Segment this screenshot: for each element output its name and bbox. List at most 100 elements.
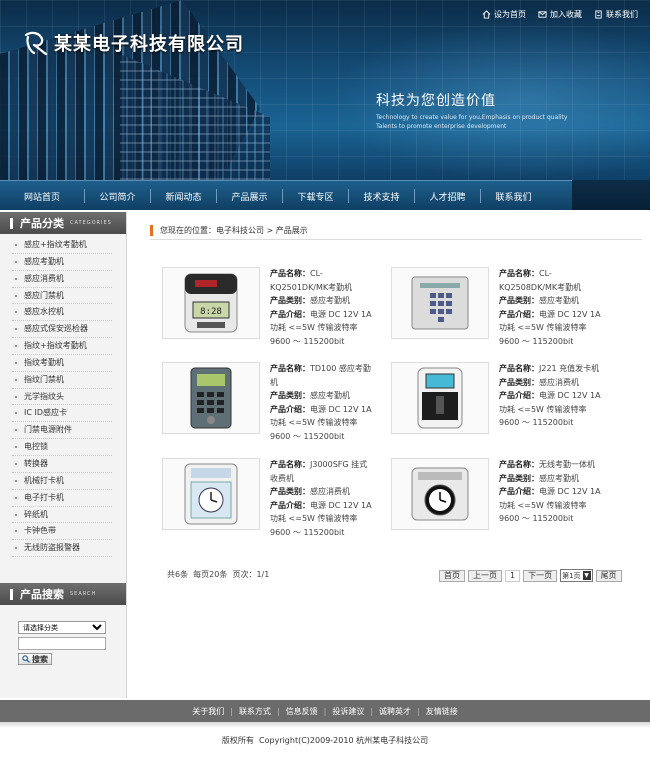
nav-item-support[interactable]: 技术支持 bbox=[349, 181, 414, 211]
breadcrumb-home-link[interactable]: 电子科技公司 bbox=[216, 225, 264, 236]
product-info: 产品名称：J221 充值发卡机 产品类别：感应消费机 产品介绍：电源 DC 12… bbox=[499, 362, 603, 430]
category-item[interactable]: 感应+指纹考勤机 bbox=[12, 237, 112, 254]
product-card[interactable]: 产品名称：J3000SFG 挂式收费机 产品类别：感应消费机 产品介绍：电源 D… bbox=[162, 458, 372, 538]
search-title: 产品搜索 bbox=[20, 588, 64, 601]
product-thumbnail[interactable] bbox=[162, 458, 260, 530]
category-item[interactable]: 无线防盗报警器 bbox=[12, 540, 112, 558]
product-intro-label: 产品介绍： bbox=[270, 404, 310, 414]
category-item[interactable]: 转换器 bbox=[12, 456, 112, 473]
pager: 首页 上一页 1 下一页 第1页 ▼ 尾页 bbox=[439, 569, 622, 582]
footer-link-friends[interactable]: 友情链接 bbox=[426, 706, 458, 717]
product-thumbnail[interactable] bbox=[162, 362, 260, 434]
footer-link-about[interactable]: 关于我们 bbox=[192, 706, 224, 717]
top-link-home[interactable]: 设为首页 bbox=[482, 9, 526, 20]
product-type-label: 产品类别： bbox=[270, 296, 310, 305]
category-item[interactable]: 机械打卡机 bbox=[12, 473, 112, 490]
category-item[interactable]: IC ID感应卡 bbox=[12, 405, 112, 423]
category-item[interactable]: 感应消费机 bbox=[12, 271, 112, 288]
search-form: 请选择分类 搜索 bbox=[18, 621, 106, 666]
slogan: 科技为您创造价值 Technology to create value for … bbox=[376, 90, 567, 131]
product-intro-label: 产品介绍： bbox=[499, 487, 539, 496]
product-card[interactable]: 产品名称：J221 充值发卡机 产品类别：感应消费机 产品介绍：电源 DC 12… bbox=[391, 362, 601, 442]
pager-prev-button[interactable]: 上一页 bbox=[468, 569, 502, 582]
category-header: 产品分类 CATEGORIES bbox=[0, 212, 126, 234]
category-item[interactable]: 碎纸机 bbox=[12, 507, 112, 524]
nav-item-downloads[interactable]: 下载专区 bbox=[283, 181, 348, 211]
nav-item-about[interactable]: 公司简介 bbox=[85, 181, 150, 211]
category-item[interactable]: 感应门禁机 bbox=[12, 288, 112, 305]
product-type: 感应消费机 bbox=[310, 487, 350, 496]
top-link-contact[interactable]: 联系我们 bbox=[594, 9, 638, 20]
product-card[interactable]: 产品名称：无线考勤一体机 产品类别：感应考勤机 产品介绍：电源 DC 12V 1… bbox=[391, 458, 601, 538]
home-icon bbox=[482, 10, 491, 19]
nav-item-home[interactable]: 网站首页 bbox=[0, 181, 84, 211]
product-name[interactable]: J221 充值发卡机 bbox=[539, 364, 599, 373]
product-thumbnail[interactable]: 8:28 bbox=[162, 267, 260, 339]
footer-link-contact[interactable]: 联系方式 bbox=[239, 706, 271, 717]
product-name-label: 产品名称： bbox=[270, 269, 310, 278]
slogan-title: 科技为您创造价值 bbox=[376, 93, 496, 109]
product-type: 感应消费机 bbox=[539, 377, 579, 387]
footer-link-feedback[interactable]: 信息反馈 bbox=[286, 706, 318, 717]
pager-next-button[interactable]: 下一页 bbox=[523, 569, 558, 582]
nav-tail bbox=[572, 180, 650, 210]
wireless-clock-image bbox=[411, 467, 469, 521]
nav-item-news[interactable]: 新闻动态 bbox=[151, 181, 216, 211]
footer-link-jobs[interactable]: 诚聘英才 bbox=[379, 706, 411, 717]
footer-link-complaints[interactable]: 投诉建议 bbox=[332, 706, 364, 717]
top-link-label: 设为首页 bbox=[494, 10, 526, 19]
search-header: 产品搜索 SEARCH bbox=[0, 583, 126, 605]
pager-page-select[interactable]: 第1页 ▼ bbox=[560, 569, 593, 582]
product-thumbnail[interactable] bbox=[391, 362, 489, 434]
category-item[interactable]: 感应考勤机 bbox=[12, 254, 112, 271]
product-card[interactable]: 产品名称：TD100 感应考勤机 产品类别：感应考勤机 产品介绍：电源 DC 1… bbox=[162, 362, 372, 442]
category-item[interactable]: 指纹考勤机 bbox=[12, 355, 112, 372]
category-item[interactable]: 感应水控机 bbox=[12, 304, 112, 322]
footer-separator: | bbox=[230, 706, 233, 716]
footer-shadow bbox=[0, 722, 650, 728]
category-item[interactable]: 电子打卡机 bbox=[12, 490, 112, 507]
category-item[interactable]: 感应式保安巡检器 bbox=[12, 321, 112, 339]
company-name: 某某电子科技有限公司 bbox=[54, 34, 244, 55]
product-name-label: 产品名称： bbox=[499, 269, 539, 278]
card-issuer-image bbox=[417, 367, 463, 429]
search-button[interactable]: 搜索 bbox=[18, 653, 52, 665]
category-list: 感应+指纹考勤机 感应考勤机 感应消费机 感应门禁机 感应水控机 感应式保安巡检… bbox=[0, 234, 126, 558]
breadcrumb-separator: > bbox=[264, 226, 276, 235]
product-thumbnail[interactable] bbox=[391, 267, 489, 339]
chevron-down-icon: ▼ bbox=[582, 571, 591, 580]
product-info: 产品名称：CL-KQ2501DK/MK考勤机 产品类别：感应考勤机 产品介绍：电… bbox=[270, 267, 374, 348]
category-item[interactable]: 电控锁 bbox=[12, 439, 112, 456]
top-link-bookmark[interactable]: 加入收藏 bbox=[538, 9, 582, 20]
nav-item-contact[interactable]: 联系我们 bbox=[481, 181, 546, 211]
category-select[interactable]: 请选择分类 bbox=[18, 621, 106, 634]
product-intro-label: 产品介绍： bbox=[270, 309, 310, 319]
time-clock-image: 8:28 bbox=[184, 273, 238, 333]
category-item[interactable]: 光学指纹头 bbox=[12, 389, 112, 406]
product-card[interactable]: 产品名称：CL-KQ2508DK/MK考勤机 产品类别：感应考勤机 产品介绍：电… bbox=[391, 267, 601, 347]
pager-last-button[interactable]: 尾页 bbox=[595, 569, 622, 582]
logo[interactable]: 某某电子科技有限公司 bbox=[22, 30, 244, 56]
category-item[interactable]: 指纹门禁机 bbox=[12, 372, 112, 389]
product-info: 产品名称：TD100 感应考勤机 产品类别：感应考勤机 产品介绍：电源 DC 1… bbox=[270, 362, 374, 443]
search-input[interactable] bbox=[18, 637, 106, 650]
product-type: 感应考勤机 bbox=[539, 473, 579, 483]
category-item[interactable]: 门禁电源附件 bbox=[12, 422, 112, 440]
nav-item-jobs[interactable]: 人才招聘 bbox=[415, 181, 480, 211]
pager-first-button[interactable]: 首页 bbox=[439, 569, 465, 582]
top-link-label: 加入收藏 bbox=[550, 10, 582, 19]
product-card[interactable]: 8:28 产品名称：CL-KQ2501DK/MK考勤机 产品类别：感应考勤机 产… bbox=[162, 267, 372, 347]
category-item[interactable]: 卡钟色带 bbox=[12, 523, 112, 541]
product-name[interactable]: 无线考勤一体机 bbox=[539, 460, 595, 469]
footer-links: 关于我们 | 联系方式 | 信息反馈 | 投诉建议 | 诚聘英才 | 友情链接 bbox=[0, 700, 650, 722]
product-intro-label: 产品介绍： bbox=[499, 309, 539, 319]
product-type-label: 产品类别： bbox=[499, 377, 539, 387]
main-nav: 网站首页 公司简介 新闻动态 产品展示 下载专区 技术支持 人才招聘 联系我们 bbox=[0, 180, 572, 210]
card-terminal-image bbox=[190, 367, 232, 429]
contact-icon bbox=[595, 10, 602, 19]
category-item[interactable]: 指纹+指纹考勤机 bbox=[12, 338, 112, 355]
nav-item-products[interactable]: 产品展示 bbox=[217, 181, 282, 211]
slogan-en-line2: Talents to promote enterprise developmen… bbox=[376, 123, 507, 130]
product-info: 产品名称：无线考勤一体机 产品类别：感应考勤机 产品介绍：电源 DC 12V 1… bbox=[499, 458, 603, 526]
product-thumbnail[interactable] bbox=[391, 458, 489, 530]
